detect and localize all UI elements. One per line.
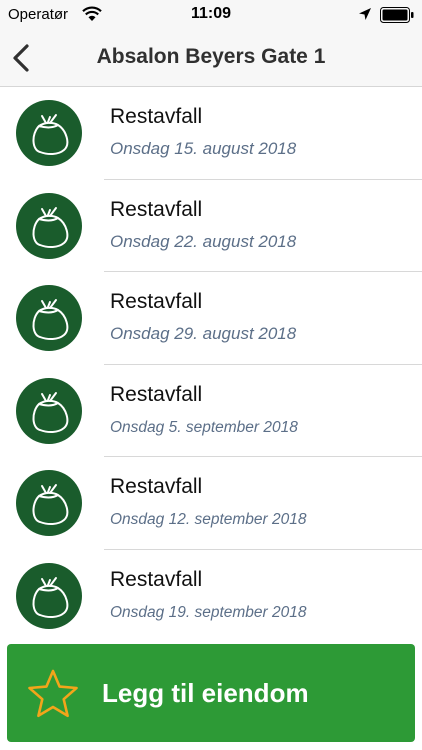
- list-item[interactable]: Restavfall Onsdag 22. august 2018: [0, 180, 422, 272]
- waste-type-label: Restavfall: [110, 105, 203, 128]
- waste-type-label: Restavfall: [110, 290, 203, 313]
- list-item[interactable]: Restavfall Onsdag 19. september 2018: [0, 550, 422, 643]
- pickup-date: Onsdag 12. september 2018: [110, 511, 307, 528]
- trash-bag-icon: [16, 192, 82, 259]
- list-item[interactable]: Restavfall Onsdag 12. september 2018: [0, 457, 422, 550]
- trash-bag-icon: [16, 100, 82, 166]
- page-title: Absalon Beyers Gate 1: [96, 45, 326, 68]
- navigation-bar: Absalon Beyers Gate 1: [0, 30, 422, 87]
- star-icon: [27, 668, 79, 725]
- waste-type-label: Restavfall: [110, 567, 203, 591]
- location-arrow-icon: [358, 7, 372, 26]
- trash-bag-icon: [16, 285, 82, 351]
- pickup-date: Onsdag 19. september 2018: [110, 603, 307, 621]
- pickup-date: Onsdag 29. august 2018: [110, 324, 297, 343]
- trash-bag-icon: [16, 562, 82, 629]
- waste-type-label: Restavfall: [110, 382, 203, 406]
- pickup-date: Onsdag 22. august 2018: [110, 231, 297, 251]
- list-item[interactable]: Restavfall Onsdag 15. august 2018: [0, 87, 422, 180]
- pickup-date: Onsdag 15. august 2018: [110, 139, 297, 158]
- list-item[interactable]: Restavfall Onsdag 5. september 2018: [0, 365, 422, 457]
- trash-bag-icon: [16, 470, 82, 536]
- trash-bag-icon: [16, 377, 82, 444]
- pickup-list: Restavfall Onsdag 15. august 2018 Restav…: [0, 87, 422, 642]
- status-bar: Operatør 11:09: [0, 0, 422, 30]
- list-item[interactable]: Restavfall Onsdag 29. august 2018: [0, 272, 422, 365]
- add-property-label: Legg til eiendom: [102, 678, 309, 708]
- battery-icon: [380, 7, 414, 28]
- pickup-date: Onsdag 5. september 2018: [110, 418, 298, 436]
- waste-type-label: Restavfall: [110, 475, 203, 498]
- add-property-button[interactable]: Legg til eiendom: [7, 644, 415, 742]
- waste-type-label: Restavfall: [110, 197, 203, 221]
